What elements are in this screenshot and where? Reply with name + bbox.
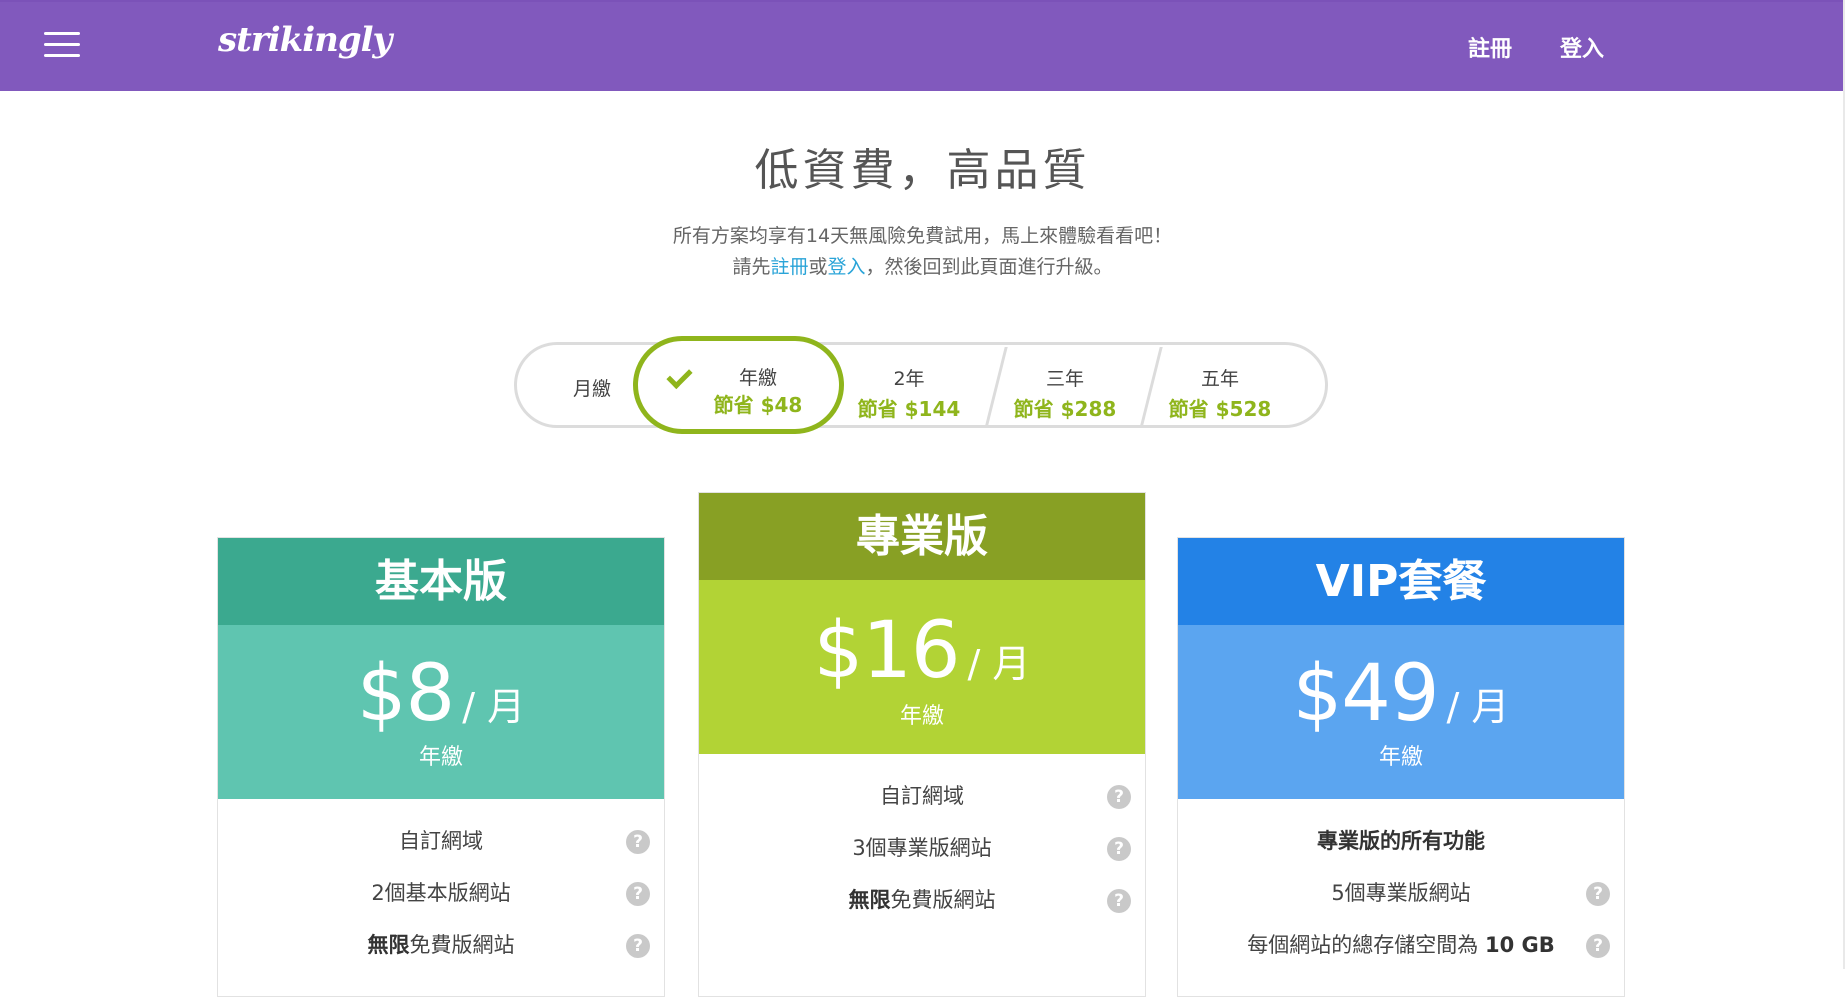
plan-price-panel: $16/ 月 年繳 (699, 580, 1145, 754)
billing-option-savings: 節省 $528 (1168, 397, 1272, 421)
top-navigation-bar: strikingly 註冊 登入 (0, 0, 1845, 91)
price-unit: / 月 (967, 642, 1031, 686)
feature-item: 專業版的所有功能 (1178, 815, 1624, 867)
billing-option-monthly[interactable]: 月繳 (537, 345, 647, 425)
price-unit: / 月 (462, 685, 526, 729)
billing-option-3-year[interactable]: 三年 節省 $288 (995, 345, 1135, 425)
help-icon[interactable]: ? (626, 830, 650, 854)
plan-name: VIP套餐 (1178, 538, 1624, 625)
feature-text: 免費版網站 (409, 933, 515, 957)
upgrade-instructions: 請先註冊或登入，然後回到此頁面進行升級。 (0, 252, 1845, 279)
feature-text: 每個網站的總存儲空間為 (1247, 933, 1479, 957)
plan-card-vip: VIP套餐 $49/ 月 年繳 專業版的所有功能 5個專業版網站 ? 每個網站的… (1177, 537, 1625, 997)
strikingly-logo[interactable]: strikingly (218, 20, 392, 60)
trial-description: 所有方案均享有14天無風險免費試用，馬上來體驗看看吧！ (672, 225, 1173, 247)
billing-period-label: 年繳 (899, 704, 944, 729)
billing-option-savings: 節省 $48 (713, 393, 803, 417)
feature-item: 每個網站的總存儲空間為 10 GB ? (1178, 919, 1624, 971)
login-link[interactable]: 登入 (1560, 31, 1604, 63)
feature-item: 自訂網域 ? (699, 770, 1145, 822)
instructions-prefix: 請先 (732, 256, 771, 278)
instructions-suffix: ，然後回到此頁面進行升級。 (865, 256, 1113, 278)
feature-item: 3個專業版網站 ? (699, 822, 1145, 874)
billing-option-5-year[interactable]: 五年 節省 $528 (1150, 345, 1290, 425)
feature-highlight: 10 GB (1484, 933, 1555, 957)
plan-card-basic: 基本版 $8/ 月 年繳 自訂網域 ? 2個基本版網站 ? 無限免費版網站 ? (217, 537, 665, 997)
feature-text: 3個專業版網站 (852, 836, 992, 860)
feature-item: 自訂網域 ? (218, 815, 664, 867)
checkmark-icon (666, 362, 693, 390)
help-icon[interactable]: ? (1107, 837, 1131, 861)
feature-highlight: 無限 (367, 933, 410, 957)
feature-list: 自訂網域 ? 2個基本版網站 ? 無限免費版網站 ? (218, 799, 664, 971)
billing-option-savings: 節省 $288 (1013, 397, 1117, 421)
help-icon[interactable]: ? (1107, 785, 1131, 809)
menu-icon[interactable] (44, 32, 80, 58)
plan-card-pro: 專業版 $16/ 月 年繳 自訂網域 ? 3個專業版網站 ? 無限免費版網站 ? (698, 492, 1146, 997)
billing-option-label: 年繳 (738, 367, 777, 389)
billing-option-label: 2年 (893, 368, 925, 390)
billing-option-label: 月繳 (572, 378, 611, 400)
plan-price-panel: $49/ 月 年繳 (1178, 625, 1624, 799)
help-icon[interactable]: ? (1107, 889, 1131, 913)
billing-option-label: 五年 (1200, 368, 1239, 390)
feature-text: 自訂網域 (399, 829, 483, 853)
plan-name: 專業版 (699, 493, 1145, 580)
help-icon[interactable]: ? (626, 934, 650, 958)
billing-option-label: 三年 (1045, 368, 1084, 390)
feature-list: 專業版的所有功能 5個專業版網站 ? 每個網站的總存儲空間為 10 GB ? (1178, 799, 1624, 971)
billing-option-savings: 節省 $144 (857, 397, 961, 421)
feature-text: 專業版的所有功能 (1317, 829, 1485, 853)
feature-text: 5個專業版網站 (1331, 881, 1471, 905)
price-unit: / 月 (1446, 685, 1510, 729)
billing-period-label: 年繳 (418, 745, 463, 770)
instructions-or: 或 (808, 256, 828, 278)
signup-link[interactable]: 註冊 (1468, 31, 1512, 63)
feature-text: 免費版網站 (890, 888, 996, 912)
plan-price-panel: $8/ 月 年繳 (218, 625, 664, 799)
feature-highlight: 無限 (848, 888, 891, 912)
feature-item: 2個基本版網站 ? (218, 867, 664, 919)
plan-price: $49 (1292, 649, 1440, 739)
plan-name: 基本版 (218, 538, 664, 625)
feature-text: 2個基本版網站 (371, 881, 511, 905)
billing-option-2-year[interactable]: 2年 節省 $144 (839, 345, 979, 425)
help-icon[interactable]: ? (626, 882, 650, 906)
feature-item: 無限免費版網站 ? (699, 874, 1145, 926)
help-icon[interactable]: ? (1586, 934, 1610, 958)
plan-price: $8 (356, 649, 455, 739)
page-title: 低資費，高品質 (754, 145, 1091, 196)
feature-item: 5個專業版網站 ? (1178, 867, 1624, 919)
inline-login-link[interactable]: 登入 (828, 256, 866, 278)
feature-text: 自訂網域 (880, 784, 964, 808)
help-icon[interactable]: ? (1586, 882, 1610, 906)
inline-signup-link[interactable]: 註冊 (770, 256, 808, 278)
plan-price: $16 (813, 606, 961, 696)
billing-period-label: 年繳 (1378, 745, 1423, 770)
billing-option-annual[interactable]: 年繳 節省 $48 (633, 336, 844, 434)
feature-list: 自訂網域 ? 3個專業版網站 ? 無限免費版網站 ? (699, 754, 1145, 926)
feature-item: 無限免費版網站 ? (218, 919, 664, 971)
